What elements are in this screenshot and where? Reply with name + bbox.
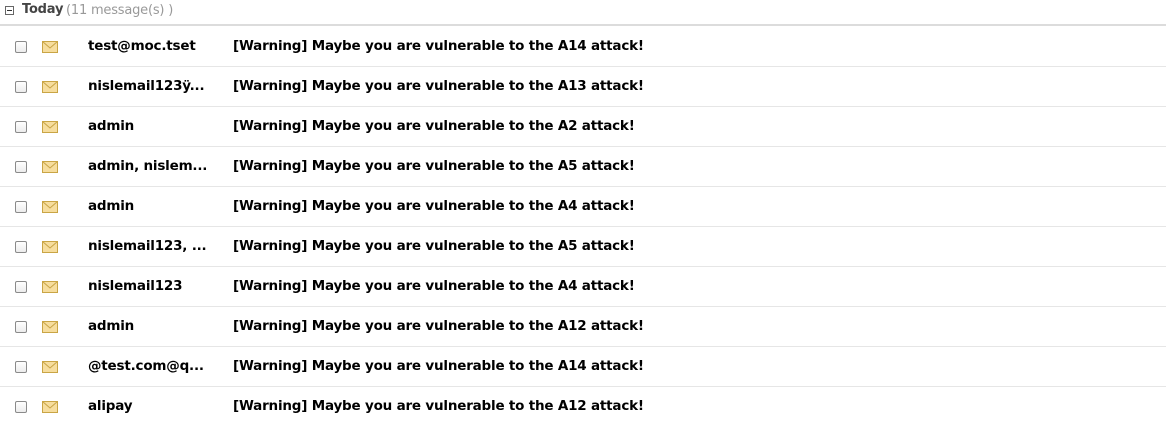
sender[interactable]: alipay [88, 398, 218, 414]
sender[interactable]: admin [88, 318, 218, 334]
sender[interactable]: admin [88, 118, 218, 134]
sender[interactable]: admin [88, 198, 218, 214]
subject[interactable]: [Warning] Maybe you are vulnerable to th… [233, 158, 635, 174]
select-checkbox[interactable] [15, 401, 27, 413]
envelope-icon [42, 41, 58, 53]
subject[interactable]: [Warning] Maybe you are vulnerable to th… [233, 78, 644, 94]
subject[interactable]: [Warning] Maybe you are vulnerable to th… [233, 358, 644, 374]
envelope-icon [42, 241, 58, 253]
subject[interactable]: [Warning] Maybe you are vulnerable to th… [233, 278, 635, 294]
group-header: Today (11 message(s) ) [0, 0, 1166, 26]
select-checkbox[interactable] [15, 281, 27, 293]
envelope-icon [42, 321, 58, 333]
message-row[interactable]: test@moc.tset [Warning] Maybe you are vu… [0, 27, 1166, 67]
message-row[interactable]: admin [Warning] Maybe you are vulnerable… [0, 307, 1166, 347]
subject[interactable]: [Warning] Maybe you are vulnerable to th… [233, 198, 635, 214]
message-row[interactable]: nislemail123, ... [Warning] Maybe you ar… [0, 227, 1166, 267]
sender[interactable]: nislemail123ÿ... [88, 78, 218, 94]
message-row[interactable]: admin [Warning] Maybe you are vulnerable… [0, 107, 1166, 147]
subject[interactable]: [Warning] Maybe you are vulnerable to th… [233, 38, 644, 54]
message-row[interactable]: nislemail123 [Warning] Maybe you are vul… [0, 267, 1166, 307]
select-checkbox[interactable] [15, 41, 27, 53]
message-row[interactable]: nislemail123ÿ... [Warning] Maybe you are… [0, 67, 1166, 107]
select-checkbox[interactable] [15, 201, 27, 213]
subject[interactable]: [Warning] Maybe you are vulnerable to th… [233, 398, 644, 414]
select-checkbox[interactable] [15, 241, 27, 253]
select-checkbox[interactable] [15, 161, 27, 173]
sender[interactable]: nislemail123 [88, 278, 218, 294]
message-list: test@moc.tset [Warning] Maybe you are vu… [0, 27, 1166, 427]
select-checkbox[interactable] [15, 321, 27, 333]
envelope-icon [42, 201, 58, 213]
message-row[interactable]: admin, nislem... [Warning] Maybe you are… [0, 147, 1166, 187]
subject[interactable]: [Warning] Maybe you are vulnerable to th… [233, 238, 635, 254]
select-checkbox[interactable] [15, 121, 27, 133]
message-row[interactable]: @test.com@q... [Warning] Maybe you are v… [0, 347, 1166, 387]
sender[interactable]: @test.com@q... [88, 358, 218, 374]
sender[interactable]: test@moc.tset [88, 38, 218, 54]
select-checkbox[interactable] [15, 81, 27, 93]
envelope-icon [42, 81, 58, 93]
message-count: (11 message(s) ) [66, 3, 174, 18]
envelope-icon [42, 361, 58, 373]
envelope-icon [42, 161, 58, 173]
subject[interactable]: [Warning] Maybe you are vulnerable to th… [233, 118, 635, 134]
subject[interactable]: [Warning] Maybe you are vulnerable to th… [233, 318, 644, 334]
group-title[interactable]: Today [22, 2, 63, 17]
message-row[interactable]: alipay [Warning] Maybe you are vulnerabl… [0, 387, 1166, 427]
collapse-icon[interactable] [5, 6, 14, 15]
select-checkbox[interactable] [15, 361, 27, 373]
envelope-icon [42, 281, 58, 293]
sender[interactable]: nislemail123, ... [88, 238, 218, 254]
envelope-icon [42, 401, 58, 413]
sender[interactable]: admin, nislem... [88, 158, 218, 174]
message-row[interactable]: admin [Warning] Maybe you are vulnerable… [0, 187, 1166, 227]
envelope-icon [42, 121, 58, 133]
